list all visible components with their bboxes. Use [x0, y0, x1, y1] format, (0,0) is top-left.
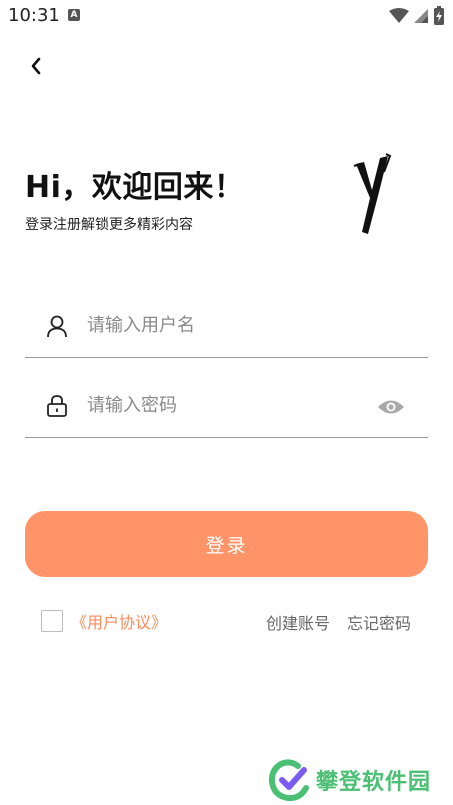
- signal-icon: [414, 9, 428, 23]
- watermark-text: 攀登软件园: [316, 770, 432, 795]
- agreement-row: 《用户协议》: [41, 609, 167, 633]
- login-button[interactable]: 登录: [25, 511, 428, 577]
- status-icons: [389, 6, 445, 26]
- password-input[interactable]: [87, 385, 357, 426]
- user-agreement-link[interactable]: 《用户协议》: [71, 609, 167, 633]
- chevron-left-icon: [31, 57, 41, 75]
- battery-charging-icon: [434, 6, 444, 25]
- password-visibility-toggle[interactable]: [376, 392, 406, 422]
- status-time: 10:31: [8, 5, 60, 26]
- brand-logo: [353, 153, 392, 234]
- status-bar: 10:31 A: [0, 0, 453, 32]
- create-account-link[interactable]: 创建账号: [266, 610, 330, 634]
- username-input[interactable]: [87, 305, 357, 346]
- wifi-icon: [389, 8, 409, 23]
- eye-icon: [378, 400, 404, 414]
- check-logo-icon: [268, 759, 309, 802]
- lock-icon: [41, 390, 73, 422]
- forgot-password-link[interactable]: 忘记密码: [347, 610, 411, 634]
- password-field: [25, 374, 428, 438]
- username-field: [25, 294, 428, 358]
- back-button[interactable]: [22, 52, 50, 80]
- user-icon: [41, 310, 73, 342]
- a-letter-icon: A: [68, 9, 80, 21]
- watermark: 攀登软件园: [268, 756, 431, 804]
- greeting-title: Hi，欢迎回来！: [25, 170, 245, 205]
- agreement-checkbox[interactable]: [41, 610, 63, 632]
- greeting-subtitle: 登录注册解锁更多精彩内容: [25, 217, 193, 233]
